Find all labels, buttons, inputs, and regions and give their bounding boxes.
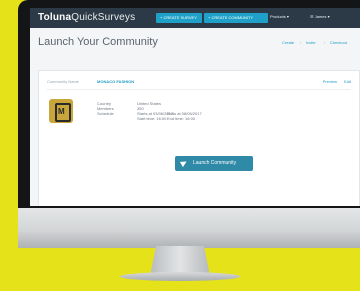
badge-letter: M	[58, 107, 65, 116]
app-logo[interactable]: TolunaQuickSurveys	[38, 12, 135, 23]
launch-label: Launch Community	[193, 160, 237, 166]
preview-link[interactable]: Preview	[323, 79, 337, 84]
logo-light-text: QuickSurveys	[71, 12, 136, 23]
schedule-label: Schedule	[97, 111, 114, 116]
create-survey-button[interactable]: + CREATE SURVEY	[156, 13, 202, 23]
community-name-value: MONACO FASHION	[97, 79, 135, 84]
community-name-label: Community Name	[47, 79, 80, 84]
monitor-chin-shadow	[18, 232, 360, 248]
schedule-times: Start time: 16:00 End time: 16:00	[137, 116, 195, 121]
step-create[interactable]: Create	[282, 40, 294, 45]
page-title: Launch Your Community	[38, 36, 158, 48]
card-divider	[47, 89, 351, 90]
paper-plane-icon	[179, 158, 189, 168]
community-card: Community Name MONACO FASHION Preview Ed…	[38, 70, 360, 206]
step-separator: ›	[300, 40, 302, 45]
launch-community-button[interactable]: Launch Community	[175, 156, 253, 171]
nav-products[interactable]: Products ▾	[270, 14, 289, 19]
step-checkout[interactable]: Checkout	[330, 40, 347, 45]
screen: TolunaQuickSurveys + CREATE SURVEY + CRE…	[30, 8, 360, 206]
step-separator: ›	[324, 40, 326, 45]
monitor-stand-base	[120, 272, 240, 281]
edit-link[interactable]: Edit	[344, 79, 351, 84]
nav-user-menu[interactable]: ☰ James ▾	[310, 14, 330, 19]
step-invite[interactable]: Invite	[306, 40, 316, 45]
start-time: Start time: 16:00	[137, 116, 167, 121]
create-community-button[interactable]: + CREATE COMMUNITY	[204, 13, 268, 23]
community-actions: Preview Edit	[323, 79, 351, 84]
community-badge-icon: M	[49, 99, 73, 123]
top-navigation-bar: TolunaQuickSurveys + CREATE SURVEY + CRE…	[30, 8, 360, 28]
logo-bold-text: Toluna	[38, 12, 72, 23]
end-time: End time: 16:00	[167, 116, 196, 121]
community-header-row: Community Name MONACO FASHION Preview Ed…	[47, 79, 351, 88]
